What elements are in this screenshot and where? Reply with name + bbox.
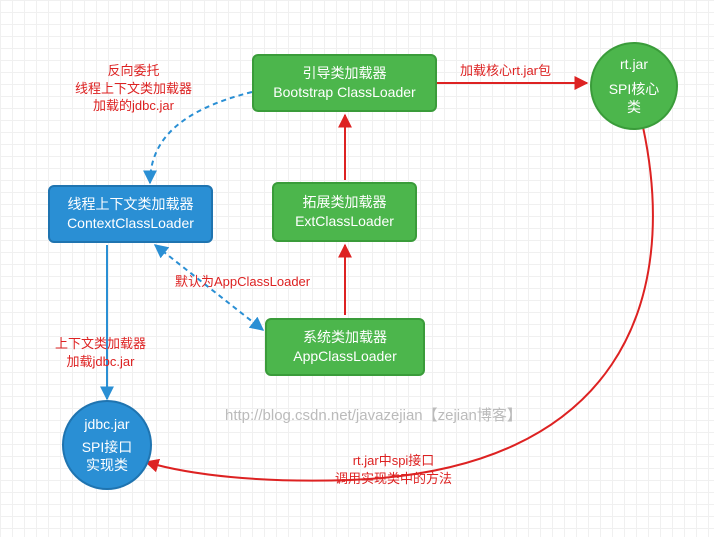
label-default-app: 默认为AppClassLoader [175, 273, 310, 291]
node-bootstrap: 引导类加载器 Bootstrap ClassLoader [252, 54, 437, 112]
node-jdbcjar: jdbc.jar SPI接口 实现类 [62, 400, 152, 490]
node-ext-title-cn: 拓展类加载器 [303, 193, 387, 212]
node-rtjar-sub: SPI核心类 [602, 80, 666, 118]
node-bootstrap-title-cn: 引导类加载器 [303, 64, 387, 83]
label-reverse-delegate: 反向委托 线程上下文类加载器 加载的jdbc.jar [75, 62, 192, 115]
node-bootstrap-title-en: Bootstrap ClassLoader [273, 83, 415, 102]
node-jdbcjar-title: jdbc.jar [84, 415, 129, 434]
node-ext: 拓展类加载器 ExtClassLoader [272, 182, 417, 242]
node-rtjar: rt.jar SPI核心类 [590, 42, 678, 130]
node-app-title-en: AppClassLoader [293, 347, 397, 366]
node-context-title-cn: 线程上下文类加载器 [68, 195, 194, 214]
node-app-title-cn: 系统类加载器 [303, 328, 387, 347]
diagram-canvas: 引导类加载器 Bootstrap ClassLoader 拓展类加载器 ExtC… [0, 0, 714, 537]
label-load-rtjar: 加载核心rt.jar包 [460, 62, 551, 80]
label-rtjar-spi: rt.jar中spi接口 调用实现类中的方法 [335, 452, 452, 487]
node-app: 系统类加载器 AppClassLoader [265, 318, 425, 376]
watermark: http://blog.csdn.net/javazejian【zejian博客… [225, 404, 522, 425]
node-ext-title-en: ExtClassLoader [295, 212, 394, 231]
node-context-title-en: ContextClassLoader [67, 214, 194, 233]
node-rtjar-title: rt.jar [620, 55, 648, 74]
node-jdbcjar-sub2: 实现类 [86, 456, 128, 475]
node-jdbcjar-sub1: SPI接口 [82, 438, 133, 457]
node-context: 线程上下文类加载器 ContextClassLoader [48, 185, 213, 243]
label-context-load-jdbc: 上下文类加载器 加载jdbc.jar [55, 335, 146, 370]
